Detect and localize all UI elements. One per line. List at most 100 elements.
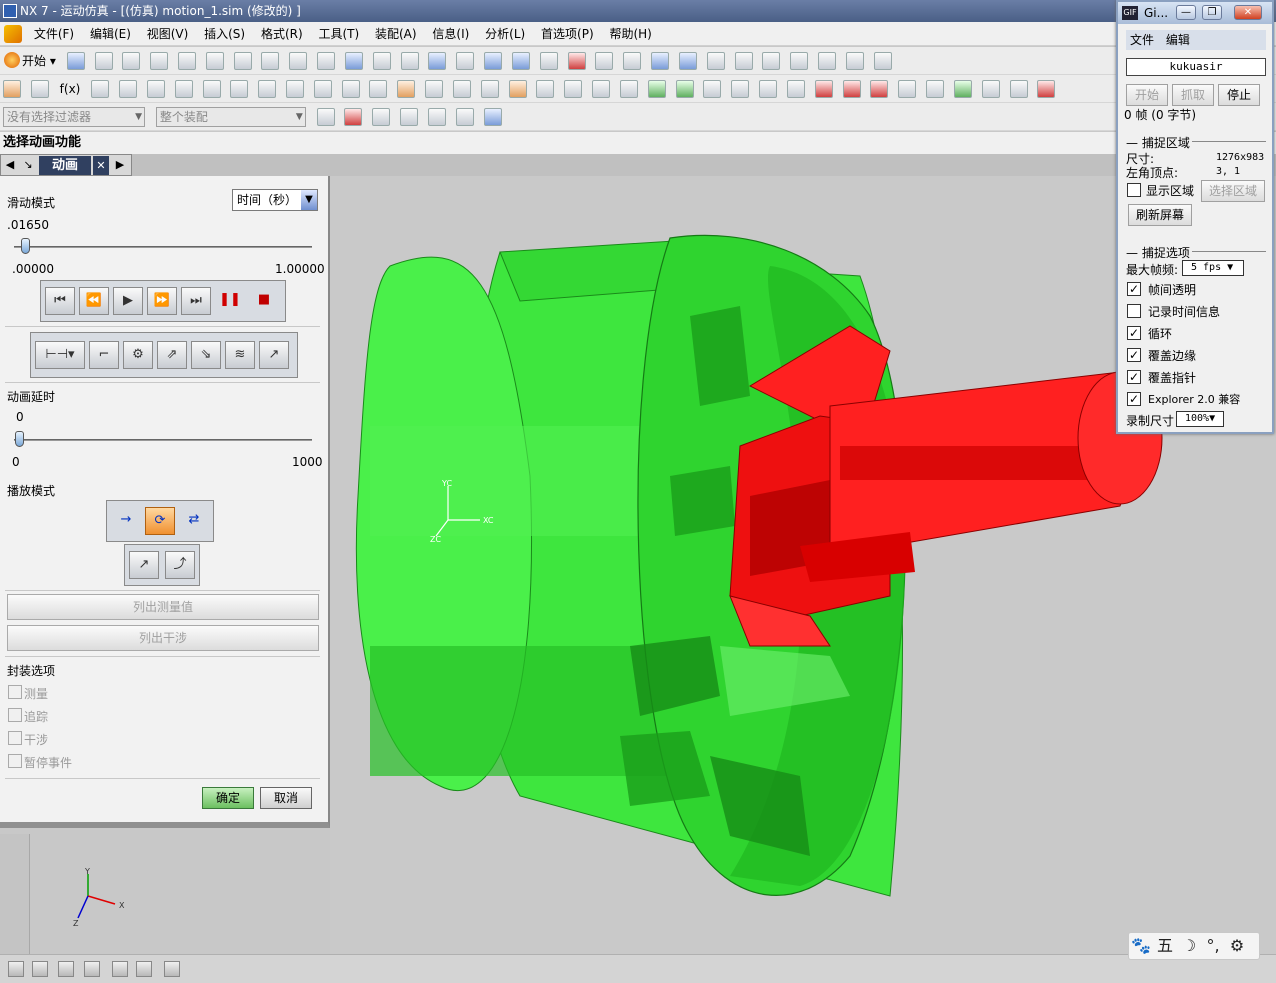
menu-preferences[interactable]: 首选项(P) bbox=[535, 22, 600, 46]
option-checkbox-1[interactable] bbox=[1127, 304, 1141, 318]
status-assembly-icon[interactable] bbox=[58, 961, 74, 977]
fit-icon[interactable] bbox=[344, 52, 363, 70]
ruler-icon[interactable] bbox=[873, 52, 892, 70]
export-icon[interactable] bbox=[564, 80, 583, 98]
trace-icon[interactable] bbox=[480, 80, 499, 98]
tab-animation[interactable]: 动画 bbox=[39, 156, 91, 175]
measure-icon[interactable] bbox=[734, 52, 753, 70]
section-view-icon[interactable] bbox=[567, 52, 586, 70]
option-checkbox-2[interactable]: ✓ bbox=[1127, 326, 1141, 340]
body-icon[interactable] bbox=[427, 108, 446, 126]
step-forward-icon[interactable] bbox=[842, 80, 861, 98]
table-icon[interactable] bbox=[536, 80, 555, 98]
ime-paw-icon[interactable]: 🐾 bbox=[1129, 933, 1153, 959]
delay-slider-thumb[interactable] bbox=[15, 431, 24, 447]
show-area-checkbox[interactable] bbox=[1127, 183, 1141, 197]
status-constraint-icon[interactable] bbox=[84, 961, 100, 977]
gif-menu-file[interactable]: 文件 bbox=[1126, 33, 1158, 47]
gif-name-field[interactable]: kukuasir bbox=[1126, 58, 1266, 76]
minimize-icon[interactable]: — bbox=[1176, 5, 1196, 20]
copy-icon[interactable] bbox=[122, 52, 141, 70]
ping-pong-icon[interactable]: ⇄ bbox=[179, 507, 209, 535]
save-icon[interactable] bbox=[66, 52, 85, 70]
contact-icon[interactable] bbox=[202, 80, 221, 98]
step-back-icon[interactable] bbox=[786, 80, 805, 98]
shaded-cube-icon[interactable] bbox=[511, 52, 530, 70]
restore-icon[interactable]: ❐ bbox=[1202, 5, 1222, 20]
close-icon[interactable]: ✕ bbox=[1234, 5, 1262, 20]
rect-select-icon[interactable] bbox=[455, 108, 474, 126]
ok-button[interactable]: 确定 bbox=[202, 787, 254, 809]
torque-icon[interactable] bbox=[258, 80, 277, 98]
force-icon[interactable] bbox=[230, 80, 249, 98]
background-icon[interactable] bbox=[623, 52, 642, 70]
ime-moon-icon[interactable]: ☽ bbox=[1177, 933, 1201, 959]
cut-icon[interactable] bbox=[94, 52, 113, 70]
cycle-icon[interactable] bbox=[703, 80, 722, 98]
gif-menu-edit[interactable]: 编辑 bbox=[1162, 33, 1194, 47]
export-settings-icon[interactable]: ↗ bbox=[259, 341, 289, 369]
record-icon[interactable] bbox=[1037, 80, 1056, 98]
binoculars-icon[interactable] bbox=[317, 52, 336, 70]
select-icon[interactable] bbox=[762, 52, 781, 70]
filter-settings-icon[interactable] bbox=[316, 108, 335, 126]
part-icon[interactable] bbox=[483, 108, 502, 126]
interference-icon[interactable] bbox=[425, 80, 444, 98]
next-arrow-icon[interactable] bbox=[675, 80, 694, 98]
motion-env-icon[interactable] bbox=[3, 80, 21, 98]
pan-icon[interactable] bbox=[456, 52, 475, 70]
graph-icon[interactable] bbox=[508, 80, 527, 98]
step-back-button[interactable]: ⏪ bbox=[79, 287, 109, 315]
rotate-icon[interactable] bbox=[428, 52, 447, 70]
spring-icon[interactable] bbox=[146, 80, 165, 98]
trace-icon-button[interactable]: ⚙ bbox=[123, 341, 153, 369]
trace-checkbox[interactable] bbox=[8, 708, 22, 722]
pause-button[interactable]: ❚❚ bbox=[215, 287, 245, 315]
ime-settings-icon[interactable]: ⚙ bbox=[1225, 933, 1249, 959]
layer-icon[interactable] bbox=[595, 52, 614, 70]
marker-icon[interactable] bbox=[285, 80, 304, 98]
paste-icon[interactable] bbox=[150, 52, 169, 70]
wcs-orient-icon[interactable] bbox=[678, 52, 697, 70]
close-tab-icon[interactable]: ✕ bbox=[93, 156, 109, 175]
solution-icon[interactable] bbox=[341, 80, 360, 98]
tool-icon[interactable] bbox=[289, 52, 308, 70]
ime-wubi-icon[interactable]: 五 bbox=[1153, 933, 1177, 959]
pause-icon[interactable] bbox=[898, 80, 917, 98]
menu-format[interactable]: 格式(R) bbox=[255, 22, 309, 46]
zoom-window-icon[interactable] bbox=[372, 52, 391, 70]
wcs-icon[interactable] bbox=[651, 52, 670, 70]
menu-info[interactable]: 信息(I) bbox=[426, 22, 475, 46]
play-icon[interactable] bbox=[814, 80, 833, 98]
play-once-icon[interactable]: → bbox=[111, 507, 141, 535]
last-frame-icon[interactable] bbox=[870, 80, 889, 98]
package-icon[interactable] bbox=[619, 80, 638, 98]
redo-icon[interactable] bbox=[261, 52, 280, 70]
delay-slider-track[interactable] bbox=[14, 439, 312, 441]
point-icon[interactable] bbox=[818, 52, 837, 70]
track-icon[interactable] bbox=[397, 80, 416, 98]
face-rule-icon[interactable] bbox=[400, 108, 419, 126]
undo-icon[interactable] bbox=[205, 52, 224, 70]
snapshot-dropdown-button[interactable]: ⊢⊣▾ bbox=[35, 341, 85, 369]
snap-point-icon[interactable] bbox=[344, 108, 363, 126]
option-checkbox-4[interactable]: ✓ bbox=[1127, 370, 1141, 384]
max-fps-select[interactable]: 5 fps ▼ bbox=[1182, 260, 1244, 276]
loop-icon[interactable]: ⟳ bbox=[145, 507, 175, 535]
connector-icon[interactable] bbox=[91, 80, 110, 98]
time-slider-thumb[interactable] bbox=[20, 238, 30, 254]
time-slider-track[interactable] bbox=[14, 246, 312, 248]
tab-right-arrow-icon[interactable]: ▶ bbox=[113, 157, 127, 173]
record-size-select[interactable]: 100%▼ bbox=[1176, 411, 1224, 427]
delete-icon[interactable] bbox=[178, 52, 196, 70]
list-interference-button[interactable]: 列出干涉 bbox=[7, 625, 319, 651]
snap-icon[interactable] bbox=[790, 52, 809, 70]
spring-settings-icon[interactable]: ≋ bbox=[225, 341, 255, 369]
gif-start-button[interactable]: 开始 bbox=[1126, 84, 1168, 106]
solver-icon[interactable] bbox=[313, 80, 332, 98]
status-part-icon[interactable] bbox=[112, 961, 128, 977]
status-wrench-icon[interactable] bbox=[32, 961, 48, 977]
assembly-scope-combo[interactable]: 整个装配 bbox=[155, 107, 306, 127]
menu-analysis[interactable]: 分析(L) bbox=[479, 22, 531, 46]
zoom-icon[interactable] bbox=[400, 52, 419, 70]
